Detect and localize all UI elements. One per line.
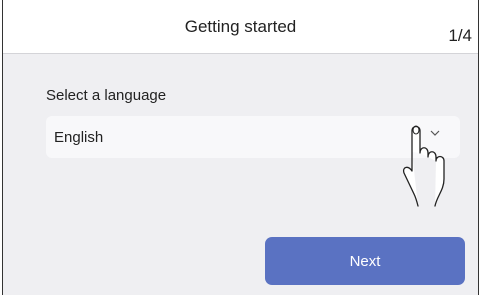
header-bar: Getting started 1/4 (3, 0, 478, 54)
page-title: Getting started (184, 17, 297, 36)
language-select-value: English (54, 129, 104, 146)
chevron-down-icon (430, 130, 440, 136)
language-label: Select a language (46, 87, 167, 104)
setup-window: Getting started 1/4 Select a language En… (2, 0, 479, 295)
language-select[interactable]: English (46, 116, 460, 158)
step-indicator: 1/4 (448, 26, 472, 45)
next-button[interactable]: Next (265, 237, 465, 285)
